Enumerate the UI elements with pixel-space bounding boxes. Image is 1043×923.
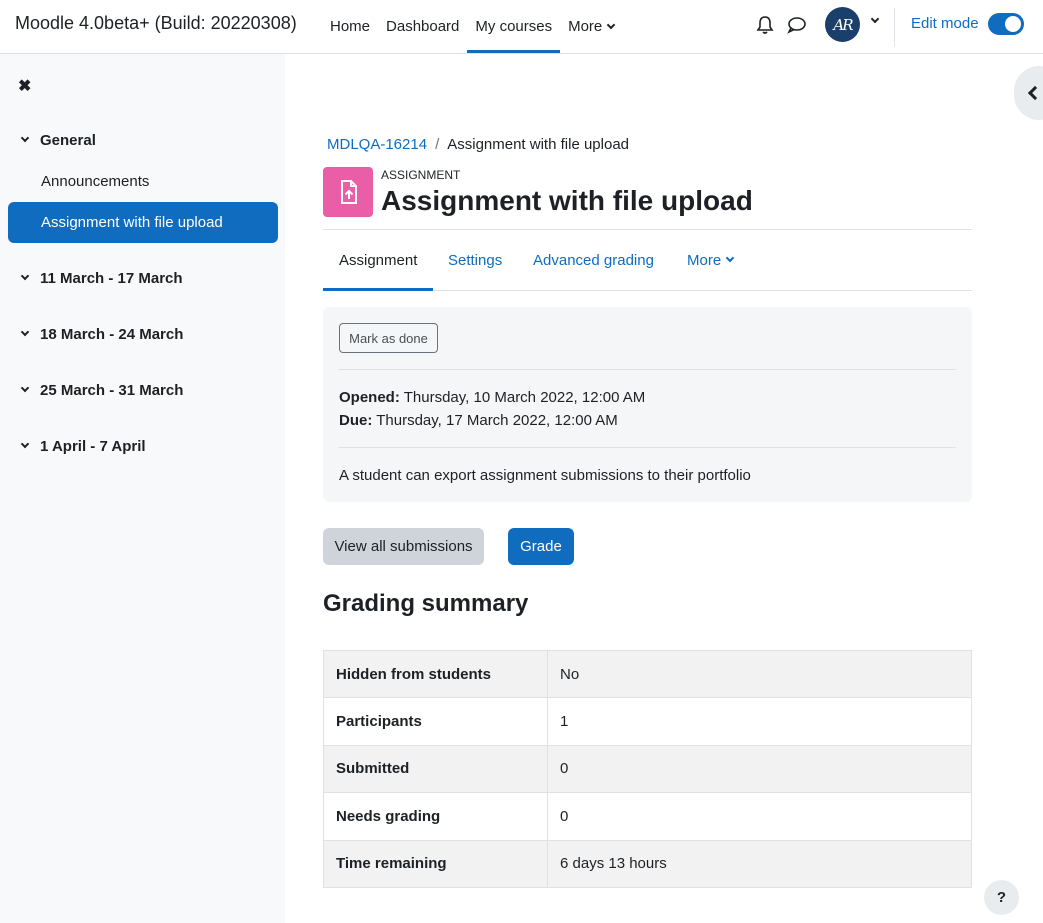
opened-label: Opened:	[339, 389, 400, 406]
section-1-april[interactable]: 1 April - 7 April	[20, 438, 146, 455]
breadcrumb-current: Assignment with file upload	[447, 136, 629, 153]
section-18-march[interactable]: 18 March - 24 March	[20, 326, 184, 343]
breadcrumb-separator: /	[435, 136, 440, 153]
user-menu-chevron-down-icon[interactable]	[870, 14, 880, 24]
row-label: Hidden from students	[323, 649, 548, 699]
section-11-march[interactable]: 11 March - 17 March	[20, 270, 183, 287]
chevron-down-icon	[607, 20, 616, 29]
tab-assignment[interactable]: Assignment	[323, 230, 434, 291]
section-label: 18 March - 24 March	[40, 326, 184, 343]
row-value: No	[547, 649, 972, 699]
grading-summary-heading: Grading summary	[323, 590, 529, 617]
table-row: Needs grading 0	[323, 792, 972, 841]
section-label: 25 March - 31 March	[40, 382, 184, 399]
divider	[339, 369, 956, 370]
tab-advanced-grading[interactable]: Advanced grading	[517, 230, 670, 290]
nav-more[interactable]: More	[560, 0, 622, 53]
nav-my-courses[interactable]: My courses	[467, 0, 560, 53]
tab-more-label: More	[687, 251, 722, 269]
primary-navigation: Home Dashboard My courses More	[322, 0, 622, 53]
tab-settings[interactable]: Settings	[432, 230, 518, 290]
edit-mode-toggle[interactable]	[988, 13, 1024, 35]
user-avatar[interactable]: AR	[825, 7, 860, 42]
chevron-down-icon[interactable]	[20, 439, 30, 449]
table-row: Hidden from students No	[323, 649, 972, 699]
navbar-divider	[894, 8, 895, 46]
due-date: Due: Thursday, 17 March 2022, 12:00 AM	[339, 412, 618, 429]
chevron-left-icon	[1027, 85, 1043, 101]
edit-mode-label[interactable]: Edit mode	[911, 15, 979, 32]
row-label: Needs grading	[323, 792, 548, 841]
section-label: 11 March - 17 March	[40, 270, 183, 287]
nav-dashboard[interactable]: Dashboard	[378, 0, 467, 53]
table-row: Submitted 0	[323, 744, 972, 794]
grade-button[interactable]: Grade	[508, 528, 574, 565]
row-label: Time remaining	[323, 839, 548, 888]
row-label: Submitted	[323, 744, 548, 794]
section-25-march[interactable]: 25 March - 31 March	[20, 382, 184, 399]
due-label: Due:	[339, 412, 373, 429]
course-index-drawer: ✖ General Announcements Assignment with …	[0, 54, 285, 923]
activity-information: Mark as done Opened: Thursday, 10 March …	[323, 307, 972, 502]
table-row: Time remaining 6 days 13 hours	[323, 839, 972, 888]
help-button[interactable]: ?	[984, 880, 1019, 915]
opened-date: Opened: Thursday, 10 March 2022, 12:00 A…	[339, 389, 645, 406]
row-value: 0	[547, 744, 972, 794]
section-general[interactable]: General	[20, 132, 96, 149]
drawer-item-announcements[interactable]: Announcements	[41, 173, 149, 190]
chevron-down-icon	[725, 253, 735, 263]
opened-value: Thursday, 10 March 2022, 12:00 AM	[403, 389, 646, 406]
chevron-down-icon[interactable]	[20, 327, 30, 337]
chevron-down-icon[interactable]	[20, 271, 30, 281]
view-all-submissions-button[interactable]: View all submissions	[323, 528, 484, 565]
chevron-down-icon[interactable]	[20, 133, 30, 143]
row-value: 0	[547, 792, 972, 841]
breadcrumb: MDLQA-16214 / Assignment with file uploa…	[327, 136, 629, 153]
messages-icon[interactable]	[787, 16, 806, 34]
site-brand[interactable]: Moodle 4.0beta+ (Build: 20220308)	[15, 13, 297, 34]
divider	[339, 447, 956, 448]
chevron-down-icon[interactable]	[20, 383, 30, 393]
section-general-label: General	[40, 132, 96, 149]
activity-description: A student can export assignment submissi…	[339, 467, 751, 484]
notification-bell-icon[interactable]	[756, 15, 774, 35]
table-row: Participants 1	[323, 697, 972, 746]
section-label: 1 April - 7 April	[40, 438, 146, 455]
nav-more-label: More	[568, 18, 603, 35]
page-title: Assignment with file upload	[381, 185, 753, 216]
assignment-icon	[323, 167, 373, 217]
module-type-label: ASSIGNMENT	[381, 168, 461, 182]
close-drawer-icon[interactable]: ✖	[18, 76, 31, 96]
due-value: Thursday, 17 March 2022, 12:00 AM	[376, 412, 618, 429]
block-drawer-toggle[interactable]	[1014, 66, 1043, 120]
breadcrumb-course-link[interactable]: MDLQA-16214	[327, 136, 427, 153]
drawer-item-assignment-active[interactable]: Assignment with file upload	[8, 202, 278, 243]
secondary-navigation: Assignment Settings Advanced grading Mor…	[323, 230, 972, 291]
mark-as-done-button[interactable]: Mark as done	[339, 323, 438, 353]
row-label: Participants	[323, 697, 548, 746]
nav-home[interactable]: Home	[322, 0, 378, 53]
top-navbar: Moodle 4.0beta+ (Build: 20220308) Home D…	[0, 0, 1043, 54]
row-value: 1	[547, 697, 972, 746]
row-value: 6 days 13 hours	[547, 839, 972, 888]
tab-more[interactable]: More	[671, 230, 749, 290]
grading-summary-table: Hidden from students No Participants 1 S…	[323, 649, 972, 888]
